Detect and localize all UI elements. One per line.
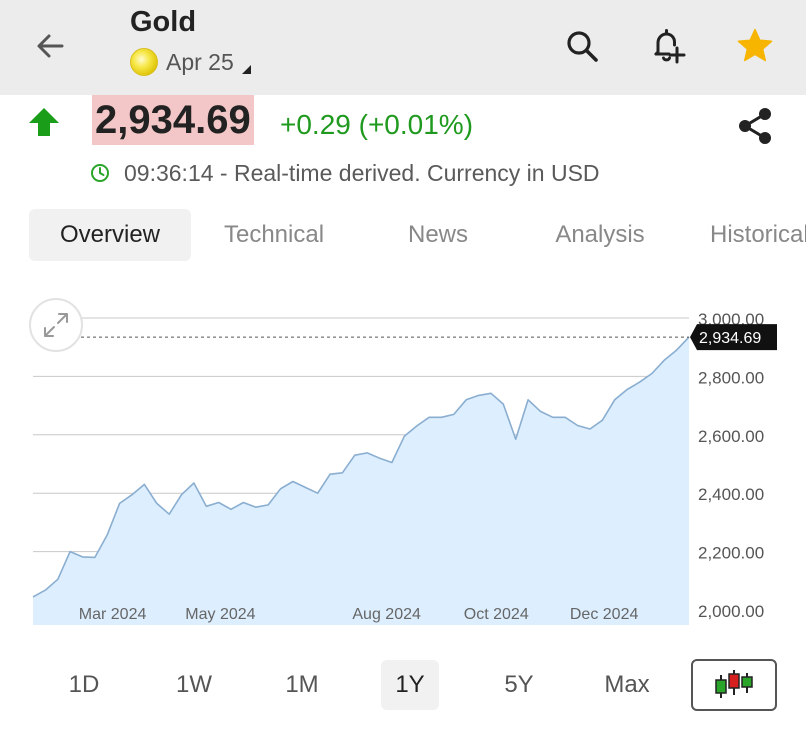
range-label: 1M	[285, 671, 319, 698]
y-tick-label: 2,000.00	[698, 602, 764, 621]
range-label: 1D	[68, 671, 100, 698]
last-price: 2,934.69	[92, 95, 254, 145]
tab-label: Analysis	[555, 221, 645, 248]
arrow-up-icon	[29, 108, 59, 136]
tab-technical[interactable]: Technical	[200, 209, 348, 261]
range-label: Max	[604, 671, 650, 698]
chart-type-button[interactable]	[691, 659, 777, 711]
price-chart[interactable]: 3,000.002,800.002,600.002,400.002,200.00…	[0, 290, 806, 635]
arrow-left-icon	[37, 34, 64, 58]
status-text: 09:36:14 - Real-time derived. Currency i…	[124, 159, 600, 186]
y-tick-label: 2,800.00	[698, 368, 764, 387]
add-alert-button[interactable]	[643, 22, 691, 70]
x-tick-label: Dec 2024	[570, 606, 639, 623]
price-change: +0.29 (+0.01%)	[280, 109, 474, 140]
quote-row: 2,934.69 +0.29 (+0.01%)	[0, 95, 806, 155]
price-area	[33, 337, 689, 625]
y-tick-label: 2,200.00	[698, 544, 764, 563]
range-1m-button[interactable]: 1M	[273, 660, 331, 710]
x-tick-label: Oct 2024	[464, 606, 529, 623]
contract-label: Apr 25	[166, 48, 234, 75]
tab-analysis[interactable]: Analysis	[530, 209, 670, 261]
add-alert-bell-icon	[654, 29, 686, 64]
dropdown-caret-icon	[241, 64, 251, 74]
range-label: 1W	[176, 671, 212, 698]
tab-label: Technical	[223, 221, 325, 248]
range-label: 1Y	[395, 671, 425, 698]
range-5y-button[interactable]: 5Y	[490, 660, 548, 710]
clock-icon	[91, 164, 109, 182]
instrument-title: Gold	[130, 6, 197, 38]
y-tick-label: 2,600.00	[698, 427, 764, 446]
tab-historical[interactable]: Historical	[698, 209, 806, 261]
x-tick-label: May 2024	[185, 606, 255, 623]
contract-selector[interactable]: Apr 25	[130, 46, 251, 78]
candlestick-icon	[715, 670, 753, 698]
search-icon	[567, 31, 598, 62]
x-tick-label: Mar 2024	[79, 606, 147, 623]
range-max-button[interactable]: Max	[598, 660, 656, 710]
tab-label: News	[407, 221, 468, 248]
gold-coin-icon	[130, 48, 158, 76]
quote-status: 09:36:14 - Real-time derived. Currency i…	[90, 158, 600, 188]
search-button[interactable]	[558, 22, 606, 70]
range-1w-button[interactable]: 1W	[165, 660, 223, 710]
range-label: 5Y	[504, 671, 534, 698]
share-button[interactable]	[730, 101, 780, 151]
expand-chart-button[interactable]	[29, 298, 83, 352]
last-price-tag-label: 2,934.69	[699, 330, 761, 347]
x-tick-label: Aug 2024	[352, 606, 421, 623]
tab-news[interactable]: News	[378, 209, 498, 261]
tab-label: Overview	[59, 221, 161, 248]
range-1y-button[interactable]: 1Y	[381, 660, 439, 710]
tab-overview[interactable]: Overview	[29, 209, 191, 261]
y-tick-label: 2,400.00	[698, 485, 764, 504]
tab-label: Historical	[710, 221, 806, 248]
range-1d-button[interactable]: 1D	[55, 660, 113, 710]
top-bar: Gold Apr 25	[0, 0, 806, 95]
expand-icon	[44, 313, 68, 337]
share-icon	[739, 108, 771, 144]
star-icon	[737, 28, 773, 62]
back-button[interactable]	[26, 24, 74, 68]
favorite-button[interactable]	[731, 22, 779, 70]
